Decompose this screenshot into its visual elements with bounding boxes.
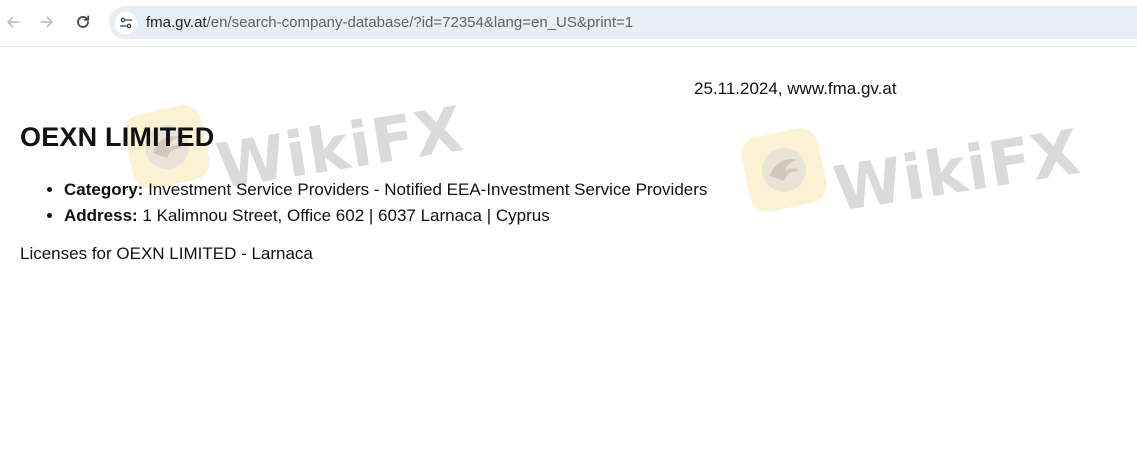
reload-button[interactable] bbox=[70, 9, 96, 35]
browser-toolbar: fma.gv.at/en/search-company-database/?id… bbox=[0, 0, 1137, 47]
site-info-icon bbox=[119, 17, 133, 28]
url-text[interactable]: fma.gv.at/en/search-company-database/?id… bbox=[146, 14, 633, 31]
forward-arrow-icon bbox=[40, 16, 53, 28]
list-item-category: Category: Investment Service Providers -… bbox=[64, 177, 707, 203]
url-path: /en/search-company-database/?id=72354&la… bbox=[206, 14, 634, 31]
company-title: OEXN LIMITED bbox=[20, 122, 215, 152]
print-header: 25.11.2024, www.fma.gv.at bbox=[694, 79, 897, 98]
address-label: Address: bbox=[64, 206, 138, 225]
address-value: 1 Kalimnou Street, Office 602 | 6037 Lar… bbox=[137, 206, 550, 225]
watermark-text: WikiFX bbox=[828, 114, 1086, 226]
wikifx-logo-icon bbox=[762, 148, 806, 192]
reload-icon bbox=[77, 15, 90, 28]
category-label: Category: bbox=[64, 180, 144, 199]
list-item-address: Address: 1 Kalimnou Street, Office 602 |… bbox=[64, 203, 707, 229]
category-value: Investment Service Providers - Notified … bbox=[143, 180, 708, 199]
site-info-button[interactable] bbox=[115, 11, 137, 34]
wikifx-logo bbox=[737, 124, 831, 216]
watermark-right: WikiFX bbox=[737, 115, 1085, 225]
company-info-list: Category: Investment Service Providers -… bbox=[20, 177, 707, 229]
url-host: fma.gv.at bbox=[146, 14, 207, 31]
forward-button[interactable] bbox=[34, 9, 60, 35]
page-content: WikiFX WikiFX 25.11.2024, www.fma.gv.at … bbox=[0, 47, 1137, 456]
licenses-heading: Licenses for OEXN LIMITED - Larnaca bbox=[20, 244, 313, 263]
back-button[interactable] bbox=[0, 9, 26, 35]
address-bar[interactable]: fma.gv.at/en/search-company-database/?id… bbox=[109, 6, 1137, 39]
back-arrow-icon bbox=[7, 16, 20, 28]
